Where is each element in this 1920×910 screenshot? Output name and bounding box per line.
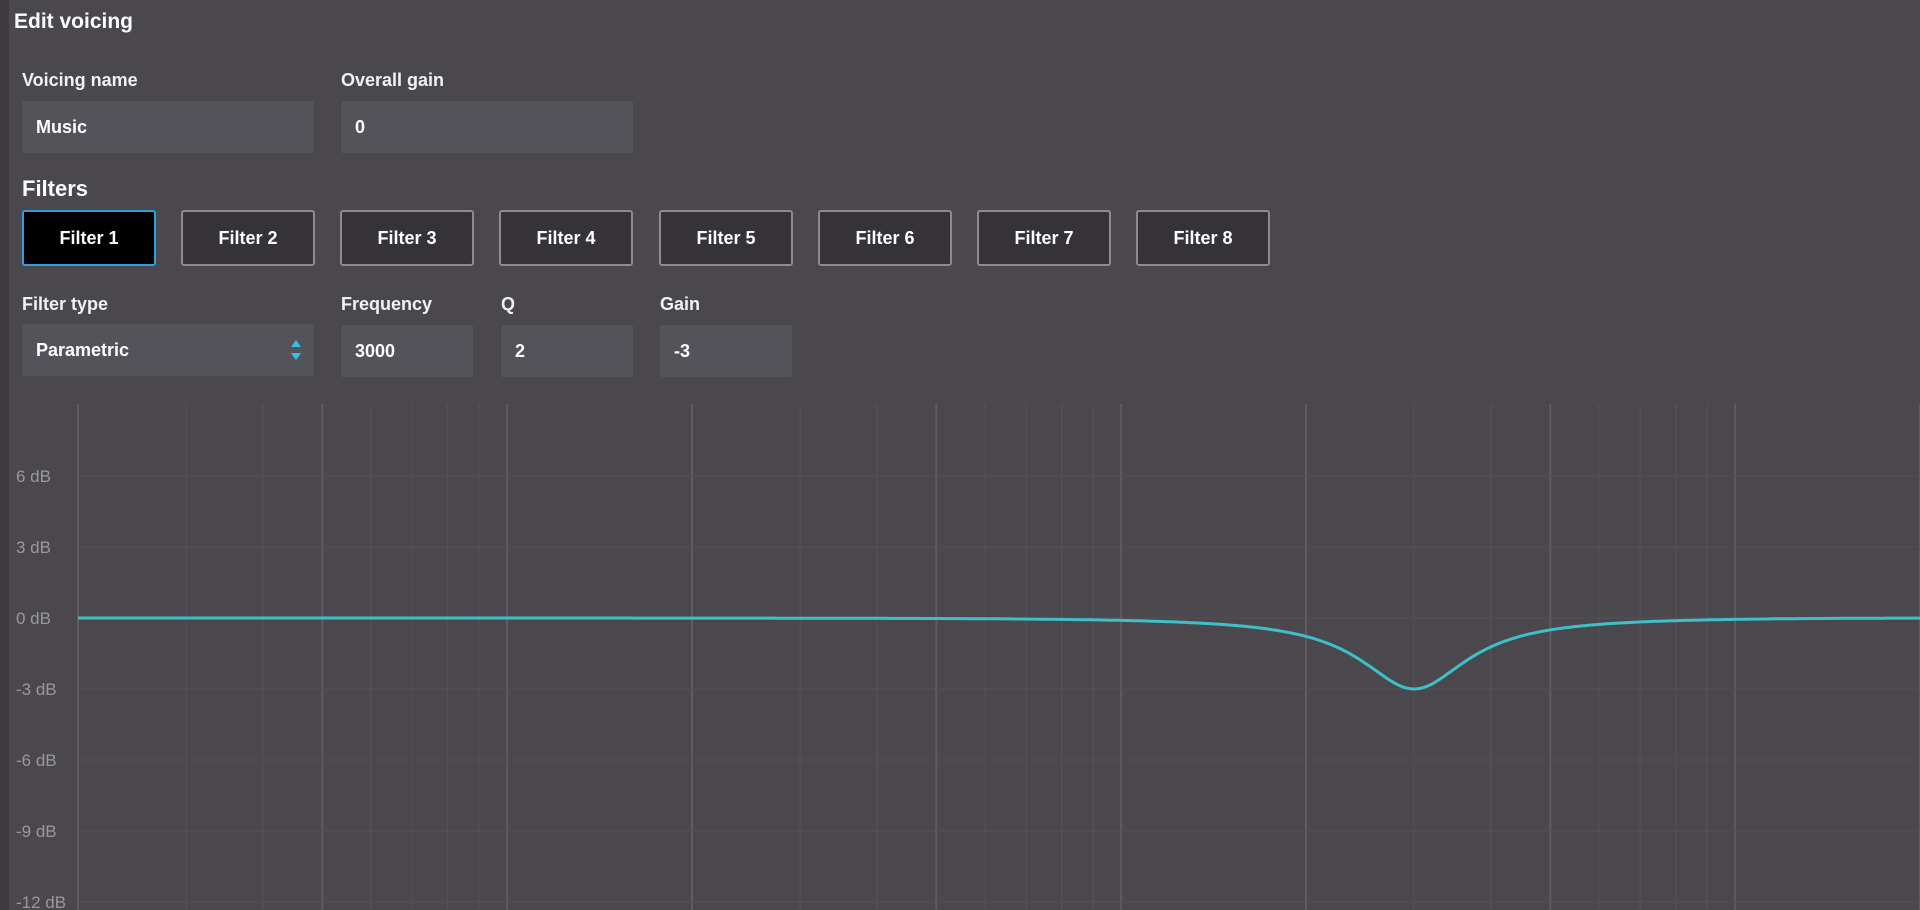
- y-tick-label: -6 dB: [16, 751, 57, 770]
- filter-type-select[interactable]: Parametric: [22, 324, 314, 376]
- vertical-gridlines: [77, 404, 1920, 910]
- overall-gain-input[interactable]: 0: [341, 101, 633, 153]
- frequency-input[interactable]: 3000: [341, 325, 473, 377]
- tab-filter-6[interactable]: Filter 6: [818, 210, 952, 266]
- voicing-name-label: Voicing name: [22, 70, 138, 90]
- y-tick-label: -9 dB: [16, 822, 57, 841]
- gain-input[interactable]: -3: [660, 325, 792, 377]
- tab-filter-3[interactable]: Filter 3: [340, 210, 474, 266]
- tab-filter-8[interactable]: Filter 8: [1136, 210, 1270, 266]
- y-tick-label: -3 dB: [16, 680, 57, 699]
- y-tick-label: -12 dB: [16, 893, 66, 910]
- horizontal-gridlines: [78, 475, 1920, 903]
- voicing-name-input[interactable]: Music: [22, 101, 314, 153]
- tab-filter-5[interactable]: Filter 5: [659, 210, 793, 266]
- q-label: Q: [501, 294, 516, 314]
- y-axis-labels: 6 dB 3 dB 0 dB -3 dB -6 dB -9 dB -12 dB: [16, 467, 66, 910]
- gain-label: Gain: [660, 294, 701, 314]
- tab-filter-4[interactable]: Filter 4: [499, 210, 633, 266]
- y-tick-label: 0 dB: [16, 609, 51, 628]
- eq-response-curve: [78, 616, 1920, 691]
- tab-filter-2[interactable]: Filter 2: [181, 210, 315, 266]
- filter-type-label: Filter type: [22, 294, 109, 314]
- overall-gain-label: Overall gain: [341, 70, 445, 90]
- frequency-label: Frequency: [341, 294, 433, 314]
- tab-filter-7[interactable]: Filter 7: [977, 210, 1111, 266]
- page-title: Edit voicing: [14, 10, 134, 33]
- filters-heading: Filters: [22, 176, 89, 201]
- tab-filter-1[interactable]: Filter 1: [22, 210, 156, 266]
- y-tick-label: 3 dB: [16, 538, 51, 557]
- frequency-response-chart[interactable]: 6 dB 3 dB 0 dB -3 dB -6 dB -9 dB -12 dB: [0, 400, 1920, 910]
- y-tick-label: 6 dB: [16, 467, 51, 486]
- updown-arrows-icon: [291, 340, 301, 360]
- q-input[interactable]: 2: [501, 325, 633, 377]
- filter-type-value: Parametric: [36, 339, 130, 360]
